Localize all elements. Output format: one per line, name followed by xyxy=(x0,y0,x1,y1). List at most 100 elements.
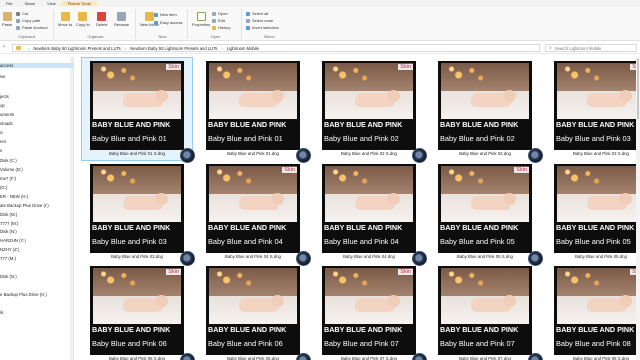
tab-picture-tools[interactable]: Picture Tools xyxy=(61,1,97,6)
sidebar-item[interactable]: (G:) xyxy=(0,185,7,190)
open-group-title: Open xyxy=(210,34,221,39)
thumbnail-title: BABY BLUE AND PINK xyxy=(208,120,287,129)
sidebar-item[interactable]: jects xyxy=(0,94,9,99)
file-tile[interactable]: SkinBABY BLUE AND PINKBaby Blue and Pink… xyxy=(198,161,311,266)
sidebar-item[interactable]: Disk (N:) xyxy=(0,274,17,279)
history-button[interactable]: History xyxy=(212,25,230,30)
file-tile[interactable]: SkinBABY BLUE AND PINKBaby Blue and Pink… xyxy=(546,58,640,160)
new-group-title: New xyxy=(158,34,167,39)
sidebar-item[interactable]: Disk (C:) xyxy=(0,158,17,163)
breadcrumb-item-2[interactable]: Newborn Baby 50 Lightroom Presets and LU… xyxy=(130,46,217,51)
select-group: Select all Select none Invert selection … xyxy=(244,9,294,39)
baby-head xyxy=(155,90,168,102)
file-name: Baby Blue and Pink 05 S.dng xyxy=(457,254,513,259)
breadcrumb-item-3[interactable]: Lightroom Mobile xyxy=(227,46,259,51)
file-tile[interactable]: BABY BLUE AND PINK Baby Blue and Pink 05 B… xyxy=(546,161,640,263)
file-name: Baby Blue and Pink 03 S.dng xyxy=(573,151,629,156)
select-all-icon xyxy=(246,11,250,16)
scrollbar-thumb[interactable] xyxy=(637,59,639,119)
copy-path-button[interactable]: Copy path xyxy=(16,18,40,23)
chevron-right-icon: › xyxy=(221,45,223,51)
file-tile[interactable]: BABY BLUE AND PINK Baby Blue and Pink 04 B… xyxy=(314,161,427,266)
select-none-button[interactable]: Select none xyxy=(246,18,273,23)
file-tile[interactable]: SkinBABY BLUE AND PINKBaby Blue and Pink… xyxy=(546,263,640,360)
paste-shortcut-button[interactable]: Paste shortcut xyxy=(16,25,48,30)
file-tile[interactable]: BABY BLUE AND PINK Baby Blue and Pink 01 B… xyxy=(198,58,311,163)
paste-button[interactable]: Paste xyxy=(2,12,12,27)
sidebar-item[interactable]: rk xyxy=(0,310,4,315)
baby-photo xyxy=(557,268,640,324)
sidebar-item[interactable]: res xyxy=(0,139,6,144)
file-grid: Skin BABY BLUE AND PINK Baby Blue and Pink… xyxy=(78,57,640,360)
sidebar-item[interactable]: 777 (M:) xyxy=(0,256,16,261)
file-tile[interactable]: SkinBABY BLUE AND PINKBaby Blue and Pink… xyxy=(314,58,427,163)
thumbnail-title: BABY BLUE AND PINK xyxy=(324,120,403,129)
new-item-button[interactable]: New item xyxy=(154,12,177,17)
file-tile[interactable]: BABY BLUE AND PINK Baby Blue and Pink 02 B… xyxy=(430,58,543,163)
sidebar-item[interactable]: ive xyxy=(0,74,6,79)
move-to-button[interactable]: Move to xyxy=(58,12,72,27)
file-tile[interactable]: SkinBABY BLUE AND PINKBaby Blue and Pink… xyxy=(81,57,195,163)
baby-photo xyxy=(93,166,181,222)
history-icon xyxy=(212,25,216,30)
open-button[interactable]: Open xyxy=(212,11,228,16)
sidebar-item[interactable]: ate Backup Plus Drive (I:) xyxy=(0,203,49,208)
copy-to-button[interactable]: Copy to xyxy=(76,12,90,27)
sidebar-item[interactable]: ER - NEW (H:) xyxy=(0,194,28,199)
file-name: Baby Blue and Pink 07.dng xyxy=(459,356,511,360)
shortcut-icon xyxy=(16,25,20,30)
cut-button[interactable]: Cut xyxy=(16,11,28,16)
skin-badge: Skin xyxy=(282,167,297,173)
rename-button[interactable]: Rename xyxy=(114,12,129,27)
sidebar-item[interactable]: nloads xyxy=(0,121,13,126)
sidebar-item[interactable]: NZHY (Z:) xyxy=(0,247,20,252)
breadcrumb[interactable]: › Newborn Baby 50 Lightroom Presets and … xyxy=(12,44,540,52)
sidebar-item[interactable]: e Backup Plus Drive (K:) xyxy=(0,292,47,297)
sidebar-item[interactable]: 7777 (M:) xyxy=(0,221,18,226)
sidebar-item[interactable]: ic xyxy=(0,130,3,135)
file-tile[interactable]: BABY BLUE AND PINK Baby Blue and Pink 07 B… xyxy=(430,263,543,360)
thumbnail-subtitle: Baby Blue and Pink 02 xyxy=(324,134,399,143)
file-tile[interactable]: SkinBABY BLUE AND PINKBaby Blue and Pink… xyxy=(82,263,195,360)
search-input[interactable]: ⌕ Search Lightroom Mobile xyxy=(545,44,637,52)
edit-button[interactable]: Edit xyxy=(212,18,225,23)
sidebar-item[interactable]: Disk (N:) xyxy=(0,229,17,234)
sidebar-item[interactable]: Volume (D:) xyxy=(0,167,23,172)
thumbnail: BABY BLUE AND PINK Baby Blue and Pink 01 xyxy=(206,61,300,150)
select-all-button[interactable]: Select all xyxy=(246,11,268,16)
chevron-right-icon: › xyxy=(28,45,30,51)
tab-view[interactable]: View xyxy=(41,1,62,6)
file-tile[interactable]: BABY BLUE AND PINK Baby Blue and Pink 03 B… xyxy=(82,161,195,266)
grid-scrollbar[interactable] xyxy=(636,57,640,360)
sidebar-item[interactable]: Disk (M:) xyxy=(0,212,17,217)
baby-head xyxy=(271,90,284,102)
sidebar-item[interactable]: op xyxy=(0,103,5,108)
bokeh-background xyxy=(325,166,413,196)
thumbnail-subtitle: Baby Blue and Pink 04 xyxy=(324,237,399,246)
baby-head xyxy=(503,90,516,102)
tab-share[interactable]: Share xyxy=(18,1,41,6)
easy-access-button[interactable]: Easy access xyxy=(154,20,182,25)
file-tile[interactable]: BABY BLUE AND PINK Baby Blue and Pink 06 B… xyxy=(198,263,311,360)
sidebar-item[interactable]: uments xyxy=(0,112,14,117)
sidebar-item[interactable]: s xyxy=(0,148,2,153)
baby-photo xyxy=(93,63,181,119)
file-name: Baby Blue and Pink 07 S.dng xyxy=(341,356,397,360)
address-bar: › › Newborn Baby 50 Lightroom Presets an… xyxy=(0,42,640,54)
sidebar-item[interactable]: access xyxy=(0,63,73,68)
sidebar-item[interactable]: HARZHN (Y:) xyxy=(0,238,26,243)
invert-selection-button[interactable]: Invert selection xyxy=(246,25,279,30)
skin-badge: Skin xyxy=(166,64,181,70)
tab-file[interactable]: File xyxy=(0,1,18,6)
properties-button[interactable]: Properties xyxy=(192,12,210,27)
file-tile[interactable]: SkinBABY BLUE AND PINKBaby Blue and Pink… xyxy=(430,161,543,266)
sidebar-item[interactable]: me7 (F:) xyxy=(0,176,16,181)
file-tile[interactable]: SkinBABY BLUE AND PINKBaby Blue and Pink… xyxy=(314,263,427,360)
baby-photo xyxy=(209,166,297,222)
sidebar-scrollbar[interactable] xyxy=(70,57,73,360)
file-name: Baby Blue and Pink 01 S.dng xyxy=(109,151,165,156)
breadcrumb-item-1[interactable]: Newborn Baby 50 Lightroom Presets and LU… xyxy=(33,46,120,51)
forward-arrow-icon[interactable]: › xyxy=(3,44,5,50)
delete-button[interactable]: Delete xyxy=(96,12,108,27)
thumbnail-subtitle: Baby Blue and Pink 04 xyxy=(208,237,283,246)
